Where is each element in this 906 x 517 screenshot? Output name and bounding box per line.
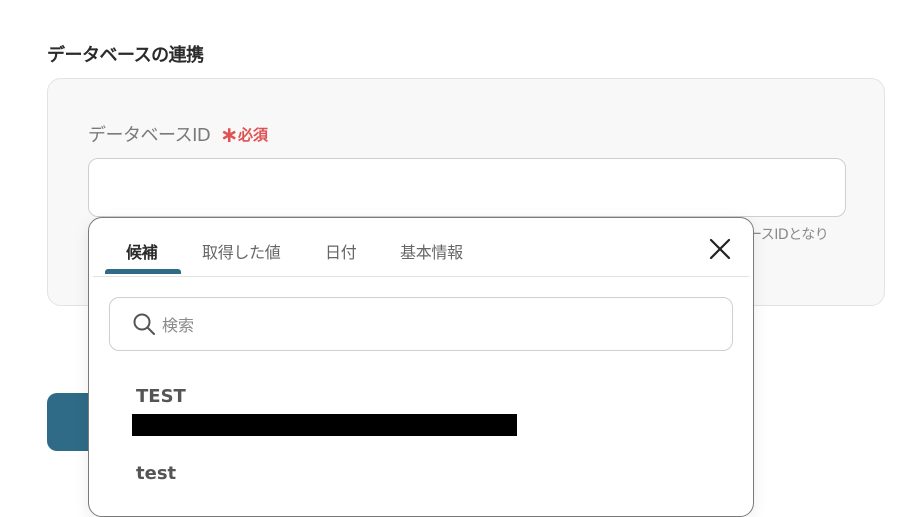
tab-bar: 候補 取得した値 日付 基本情報	[93, 218, 749, 277]
required-label: 必須	[238, 126, 269, 144]
tab-candidates[interactable]: 候補	[126, 239, 158, 263]
tab-date[interactable]: 日付	[325, 239, 357, 263]
search-icon	[133, 313, 155, 335]
required-star: ∗	[220, 123, 239, 148]
list-item[interactable]: test	[89, 460, 749, 500]
section-title: データベースの連携	[47, 45, 204, 66]
list-item[interactable]: TEST	[89, 383, 749, 443]
tab-fetched-values[interactable]: 取得した値	[202, 239, 281, 263]
search-input[interactable]	[160, 310, 704, 340]
search-box	[109, 297, 733, 351]
candidate-dropdown: 候補 取得した値 日付 基本情報 TEST test	[88, 217, 754, 517]
item-name: test	[136, 463, 177, 484]
close-icon	[709, 238, 731, 260]
close-button[interactable]	[707, 236, 733, 262]
item-name: TEST	[136, 386, 186, 407]
help-text: ースIDとなり	[748, 227, 829, 243]
redacted-id	[132, 414, 517, 436]
tab-basic-info[interactable]: 基本情報	[400, 239, 463, 263]
active-tab-indicator	[105, 269, 181, 274]
database-id-input[interactable]	[88, 158, 846, 217]
field-label: データベースID	[88, 125, 211, 146]
